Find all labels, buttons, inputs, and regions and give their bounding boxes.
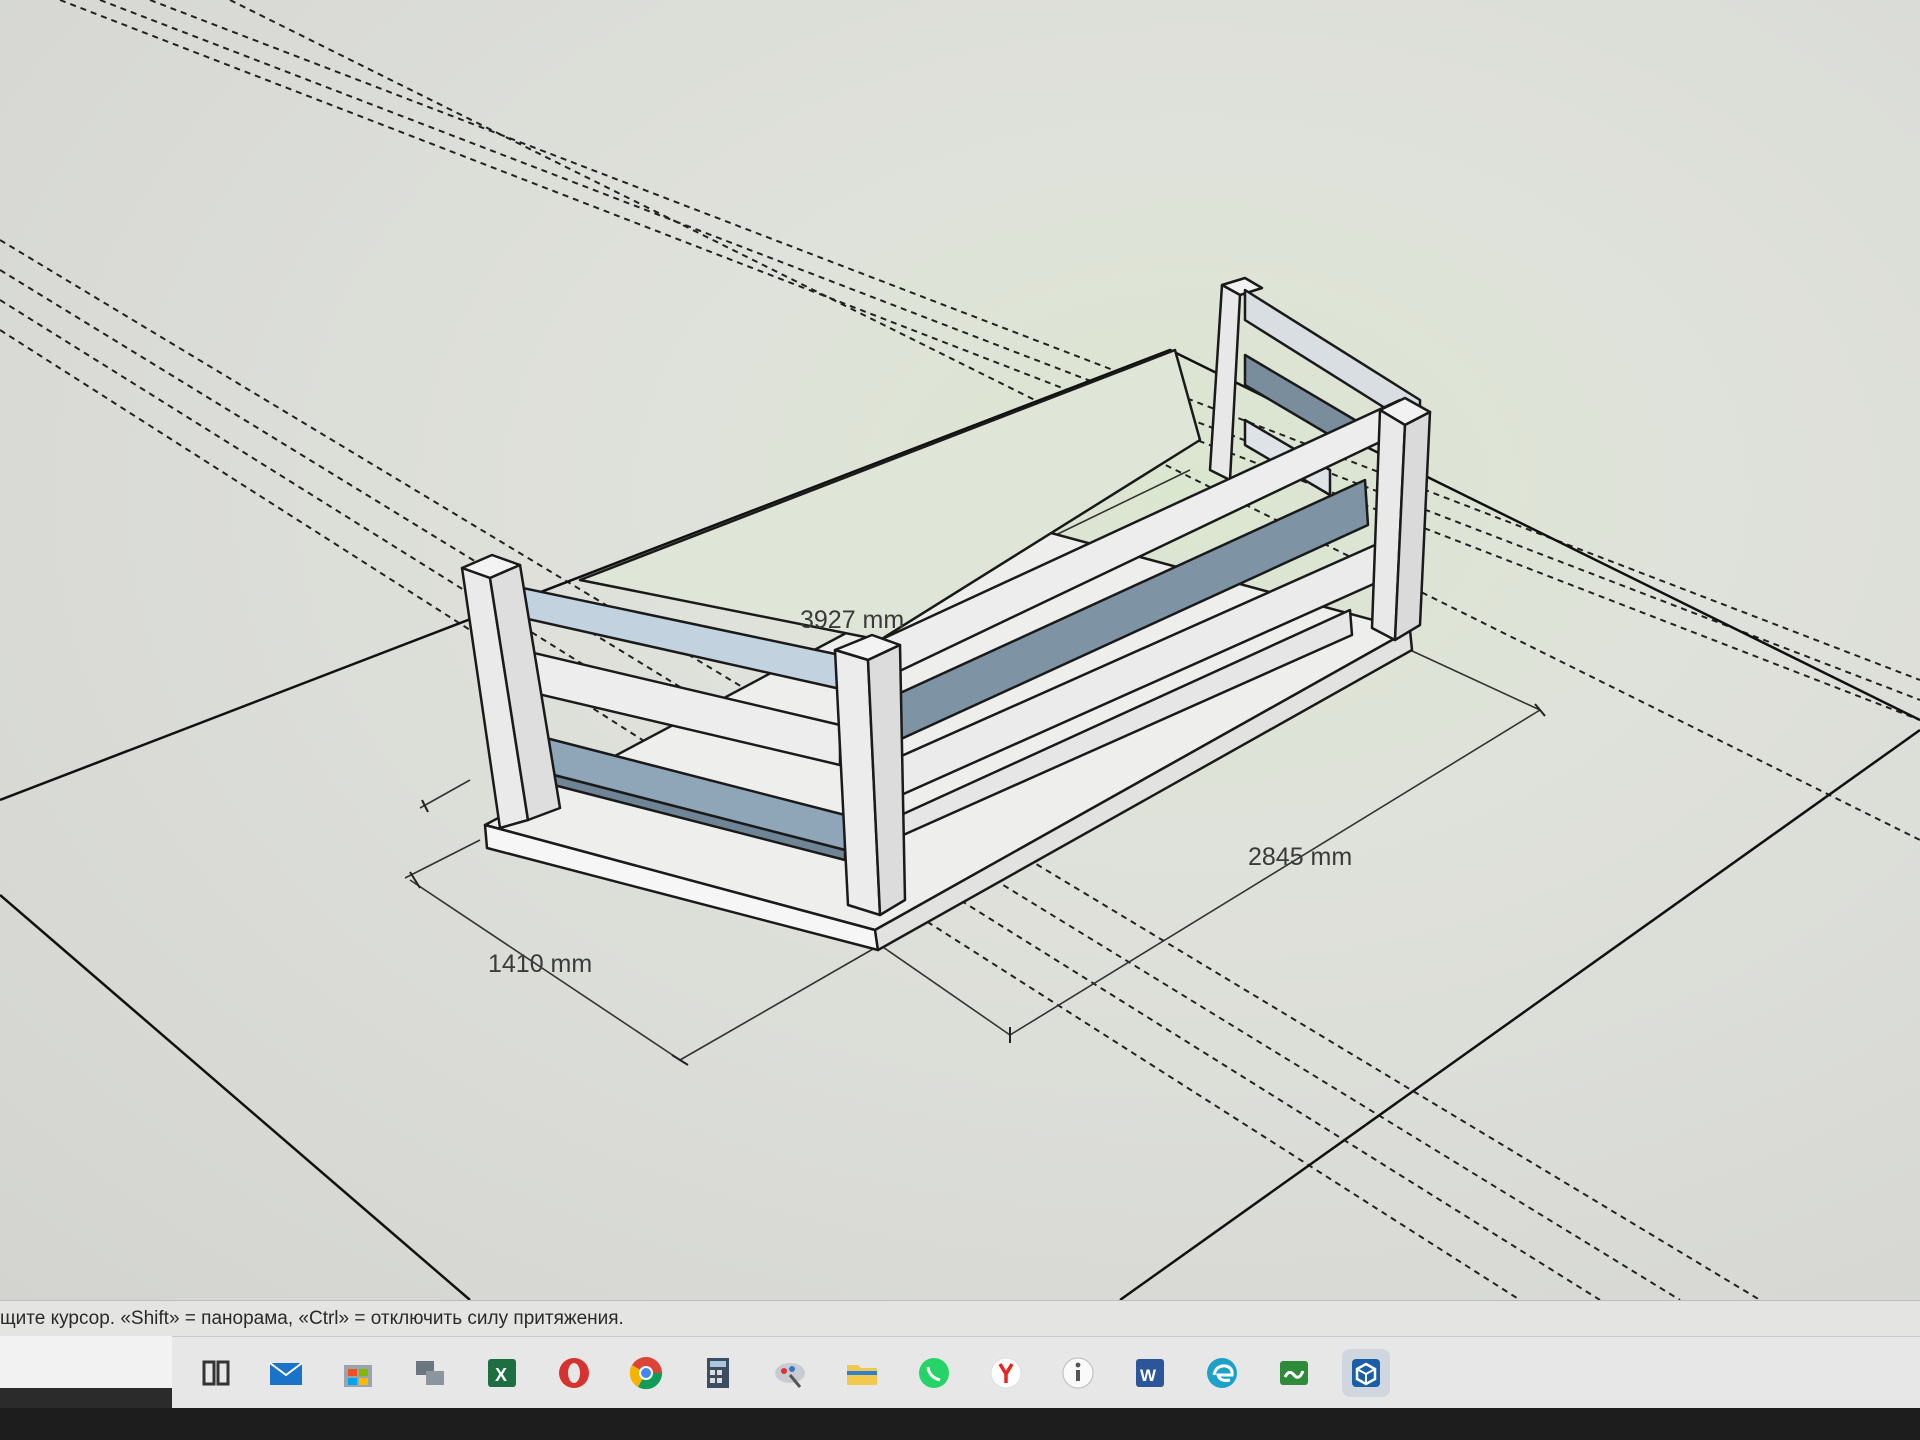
dimension-inner-length-label: 3927 mm <box>800 606 904 634</box>
3d-viewport[interactable]: 1410 mm 2845 mm 3927 mm <box>0 0 1920 1300</box>
yandex-icon[interactable] <box>982 1349 1030 1397</box>
opera-icon[interactable] <box>550 1349 598 1397</box>
network-icon[interactable] <box>406 1349 454 1397</box>
monitor-bezel <box>0 1408 1920 1440</box>
dimension-depth-label: 1410 mm <box>488 950 592 978</box>
word-icon[interactable]: W <box>1126 1349 1174 1397</box>
measurements-box[interactable] <box>0 1336 173 1388</box>
svg-text:X: X <box>495 1365 507 1385</box>
chrome-icon[interactable] <box>622 1349 670 1397</box>
store-icon[interactable] <box>334 1349 382 1397</box>
edge-icon[interactable] <box>1198 1349 1246 1397</box>
windows-taskbar: X W <box>172 1336 1920 1409</box>
file-explorer-icon[interactable] <box>838 1349 886 1397</box>
sketchup-icon[interactable] <box>1342 1349 1390 1397</box>
calculator-icon[interactable] <box>694 1349 742 1397</box>
excel-icon[interactable]: X <box>478 1349 526 1397</box>
status-bar: щите курсор. «Shift» = панорама, «Ctrl» … <box>0 1300 1920 1337</box>
whatsapp-icon[interactable] <box>910 1349 958 1397</box>
sketchup-layout-icon[interactable] <box>1270 1349 1318 1397</box>
right-back-post[interactable] <box>1370 396 1432 642</box>
info-icon[interactable] <box>1054 1349 1102 1397</box>
svg-text:W: W <box>1140 1366 1157 1385</box>
mail-icon[interactable] <box>262 1349 310 1397</box>
paint-icon[interactable] <box>766 1349 814 1397</box>
model-canvas[interactable]: 1410 mm 2845 mm 3927 mm <box>0 0 1920 1300</box>
task-view-icon[interactable] <box>192 1349 240 1397</box>
status-hint-text: щите курсор. «Shift» = панорама, «Ctrl» … <box>0 1308 624 1329</box>
dimension-length-label: 2845 mm <box>1248 843 1352 871</box>
front-right-post[interactable] <box>833 633 907 917</box>
